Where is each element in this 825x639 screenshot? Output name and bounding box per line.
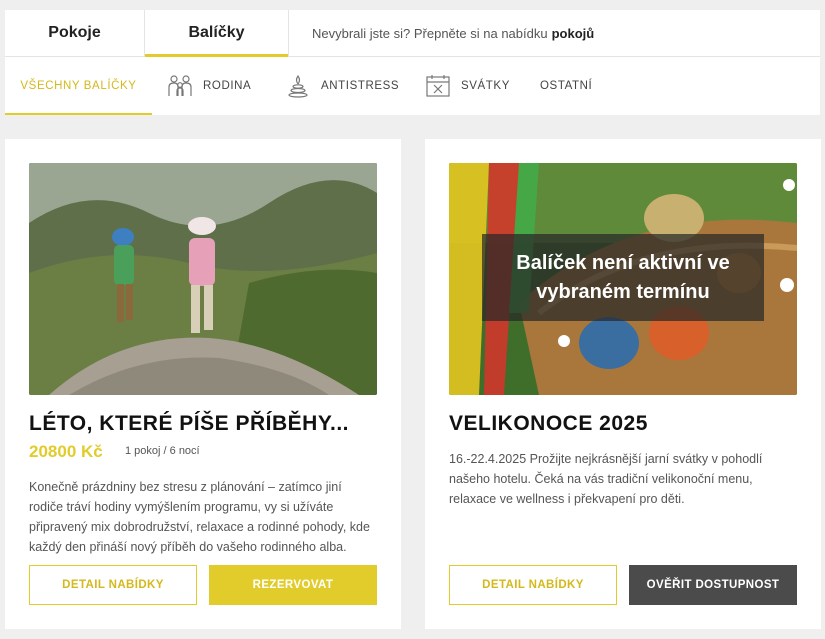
- switch-to-rooms-link[interactable]: pokojů: [552, 26, 595, 41]
- package-description: 16.-22.4.2025 Prožijte nejkrásnější jarn…: [449, 452, 763, 506]
- switch-note-text: Nevybrali jste si? Přepněte si na nabídk…: [312, 25, 548, 41]
- category-all[interactable]: Všechny balíčky: [5, 57, 152, 115]
- reserve-button[interactable]: Rezervovat: [209, 565, 377, 605]
- switch-note: Nevybrali jste si? Přepněte si na nabídk…: [312, 10, 594, 56]
- category-antistress-label: Antistress: [321, 80, 400, 92]
- category-family[interactable]: Rodina: [167, 57, 251, 115]
- package-price: 20800 Kč: [29, 442, 103, 461]
- category-holidays-label: Svátky: [461, 80, 510, 92]
- package-title[interactable]: VELIKONOCE 2025: [449, 412, 648, 436]
- tab-rooms[interactable]: Pokoje: [5, 10, 145, 56]
- package-card-easter: Balíček není aktivní ve vybraném termínu…: [425, 139, 821, 629]
- spa-stones-icon: [285, 74, 311, 98]
- package-image-easter[interactable]: Balíček není aktivní ve vybraném termínu: [449, 163, 797, 395]
- category-family-label: Rodina: [203, 80, 252, 92]
- package-meta: 1 pokoj / 6 nocí: [125, 445, 200, 457]
- detail-button[interactable]: Detail nabídky: [449, 565, 617, 605]
- package-card-summer: LÉTO, KTERÉ PÍŠE PŘÍBĚHY... 20800 Kč 1 p…: [5, 139, 401, 629]
- tab-packages[interactable]: Balíčky: [145, 10, 289, 57]
- inactive-overlay: Balíček není aktivní ve vybraném termínu: [482, 234, 764, 321]
- category-all-label: Všechny balíčky: [20, 80, 137, 92]
- package-image-summer[interactable]: [29, 163, 377, 395]
- category-holidays[interactable]: Svátky: [425, 57, 510, 115]
- category-filter-bar: Všechny balíčky Rodina Antistress: [5, 57, 820, 115]
- calendar-icon: [425, 74, 451, 98]
- offer-type-tabs: Pokoje Balíčky Nevybrali jste si? Přepně…: [5, 10, 820, 57]
- package-description: Konečně prázdniny bez stresu z plánování…: [29, 480, 370, 554]
- detail-button[interactable]: Detail nabídky: [29, 565, 197, 605]
- family-icon: [167, 74, 193, 98]
- package-title[interactable]: LÉTO, KTERÉ PÍŠE PŘÍBĚHY...: [29, 412, 349, 436]
- category-other-label: Ostatní: [540, 80, 593, 92]
- category-antistress[interactable]: Antistress: [285, 57, 399, 115]
- category-other[interactable]: Ostatní: [540, 57, 592, 115]
- check-availability-button[interactable]: Ověřit dostupnost: [629, 565, 797, 605]
